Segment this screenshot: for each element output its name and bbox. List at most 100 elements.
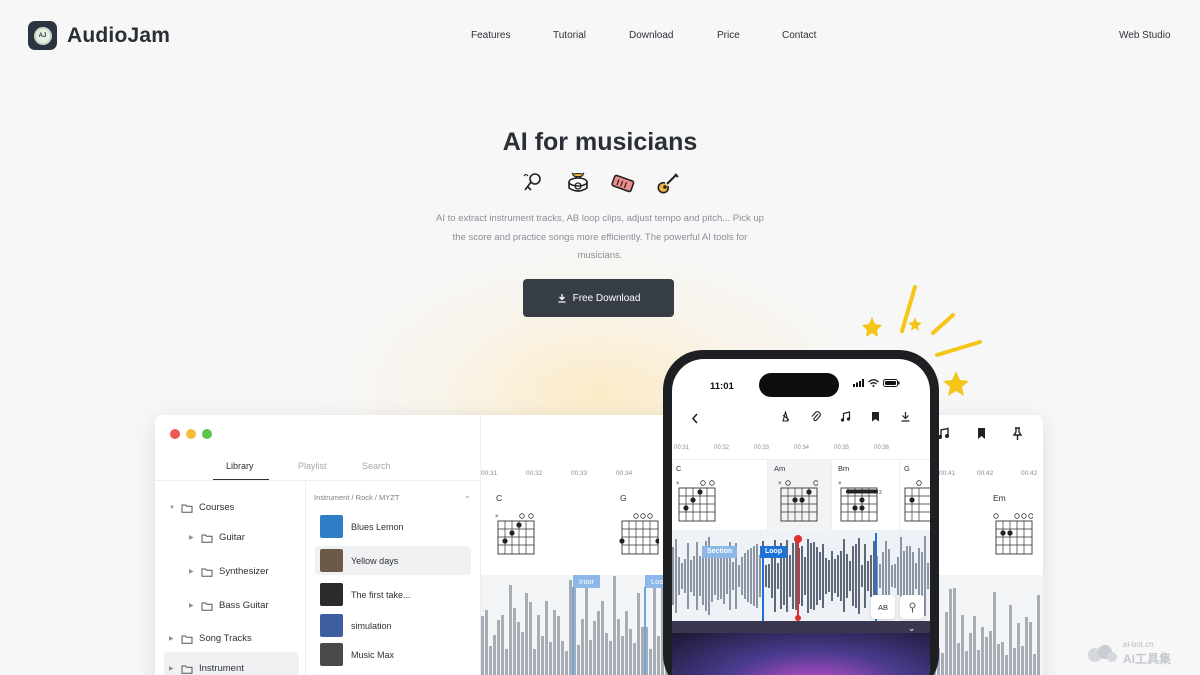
close-window-button[interactable] <box>170 429 180 439</box>
waveform-bar <box>489 645 492 675</box>
tree-item-bass-guitar[interactable]: ▶ Bass Guitar <box>189 600 269 611</box>
chord-label: C <box>676 464 682 473</box>
download-icon[interactable] <box>900 411 911 422</box>
bookmark-icon[interactable] <box>870 411 881 422</box>
maximize-window-button[interactable] <box>202 429 212 439</box>
waveform-bar <box>750 548 752 604</box>
watermark-url: ai-bot.cn <box>1123 640 1154 649</box>
waveform-bar <box>846 553 848 599</box>
svg-text:×: × <box>495 514 499 520</box>
chevron-down-icon[interactable]: ⌄ <box>464 491 471 500</box>
pin-button[interactable] <box>900 595 924 619</box>
cta-label: Free Download <box>572 292 641 304</box>
minimize-window-button[interactable] <box>186 429 196 439</box>
chord-cell[interactable]: C × <box>672 460 768 532</box>
chord-cell[interactable]: Bm × 2 <box>832 460 900 532</box>
waveform-bar <box>756 543 758 609</box>
chord-cell[interactable]: G <box>900 460 930 532</box>
tab-search[interactable]: Search <box>362 461 391 471</box>
waveform-bar <box>861 564 863 588</box>
free-download-button[interactable]: Free Download <box>523 279 674 317</box>
phone-status-icons <box>853 379 900 387</box>
waveform-bar <box>747 549 749 603</box>
timeline-tick: 00:42 <box>977 470 994 477</box>
signal-icon <box>853 379 864 387</box>
song-title: Yellow days <box>351 555 399 566</box>
ab-loop-button[interactable]: AB <box>871 595 895 619</box>
playhead-line[interactable] <box>797 539 799 619</box>
waveform-bar <box>513 607 516 675</box>
breadcrumb: Instrument / Rock / MYZT <box>314 493 400 502</box>
nav-web-studio[interactable]: Web Studio <box>1119 30 1171 41</box>
chord-label: G <box>904 464 910 473</box>
pin-icon <box>909 602 915 612</box>
pin-icon[interactable] <box>1011 427 1024 440</box>
section-tag[interactable]: Section <box>702 546 738 558</box>
nav-price[interactable]: Price <box>717 30 740 41</box>
loop-tag[interactable]: Loop <box>760 546 788 558</box>
nav-features[interactable]: Features <box>471 30 510 41</box>
nav-contact[interactable]: Contact <box>782 30 816 41</box>
folder-icon <box>201 602 213 611</box>
waveform-bar <box>819 551 821 601</box>
waveform-bar <box>625 611 628 675</box>
tabs-divider <box>155 480 480 481</box>
phone-mockup: 11:01 00:31 00:32 00:33 00:34 00:35 00:3… <box>663 350 939 675</box>
waveform-bar <box>822 543 824 609</box>
waveform-bar <box>557 616 560 675</box>
chord-em-diagram[interactable] <box>993 512 1033 556</box>
waveform-bar <box>521 632 524 675</box>
clip-icon[interactable] <box>810 411 821 422</box>
chord-g-diagram[interactable] <box>619 512 659 556</box>
waveform-bar <box>927 563 929 589</box>
waveform-bar <box>1037 594 1040 675</box>
tree-item-song-tracks[interactable]: ▶ Song Tracks <box>169 633 252 644</box>
waveform-bar <box>1017 622 1020 675</box>
chord-c-diagram[interactable]: × <box>495 512 535 556</box>
song-item[interactable]: The first take... <box>315 580 471 609</box>
metronome-icon[interactable] <box>780 411 791 422</box>
waveform-bar <box>852 545 854 607</box>
waveform-bar <box>738 564 740 588</box>
section-marker-line <box>644 587 646 675</box>
waveform-bar <box>879 564 881 588</box>
album-thumbnail <box>320 614 343 637</box>
song-item[interactable]: Blues Lemon <box>315 512 471 541</box>
folder-icon <box>201 568 213 577</box>
tree-item-synthesizer[interactable]: ▶ Synthesizer <box>189 566 269 577</box>
waveform-bar <box>765 564 767 588</box>
waveform-bar <box>945 612 948 675</box>
song-item[interactable]: Yellow days <box>315 546 471 575</box>
microphone-icon <box>523 173 541 191</box>
brand-logo[interactable]: AJ AudioJam <box>28 21 170 50</box>
song-title: Music Max <box>351 649 395 660</box>
waveform-bar <box>961 615 964 675</box>
album-thumbnail <box>320 583 343 606</box>
waveform-bar <box>825 557 827 595</box>
chord-cell-selected[interactable]: Am × <box>768 460 832 532</box>
tab-playlist[interactable]: Playlist <box>298 461 327 471</box>
folder-icon <box>181 635 193 644</box>
loop-start-marker[interactable] <box>762 558 764 621</box>
back-icon[interactable] <box>690 413 701 424</box>
tree-item-instrument[interactable]: ▶ Instrument <box>169 663 244 674</box>
tab-library[interactable]: Library <box>226 461 254 471</box>
bookmark-icon[interactable] <box>975 427 988 440</box>
nav-download[interactable]: Download <box>629 30 673 41</box>
song-item[interactable]: simulation <box>315 611 471 640</box>
tree-item-guitar[interactable]: ▶ Guitar <box>189 532 245 543</box>
nav-tutorial[interactable]: Tutorial <box>553 30 586 41</box>
logo-glyph: AJ <box>33 26 52 45</box>
svg-text:×: × <box>676 481 680 487</box>
music-note-icon[interactable] <box>840 411 851 422</box>
playhead-handle[interactable] <box>794 535 802 543</box>
video-preview[interactable]: ⌄ <box>672 621 930 675</box>
tree-item-courses[interactable]: ▼ Courses <box>169 502 234 513</box>
waveform-bar <box>525 592 528 675</box>
wifi-icon <box>868 379 879 387</box>
section-tag-intro[interactable]: Intor <box>573 575 601 588</box>
waveform-bar <box>613 576 616 675</box>
brand-name: AudioJam <box>67 23 171 47</box>
waveform-bar <box>1013 648 1016 675</box>
song-item[interactable]: Music Max <box>315 640 471 669</box>
